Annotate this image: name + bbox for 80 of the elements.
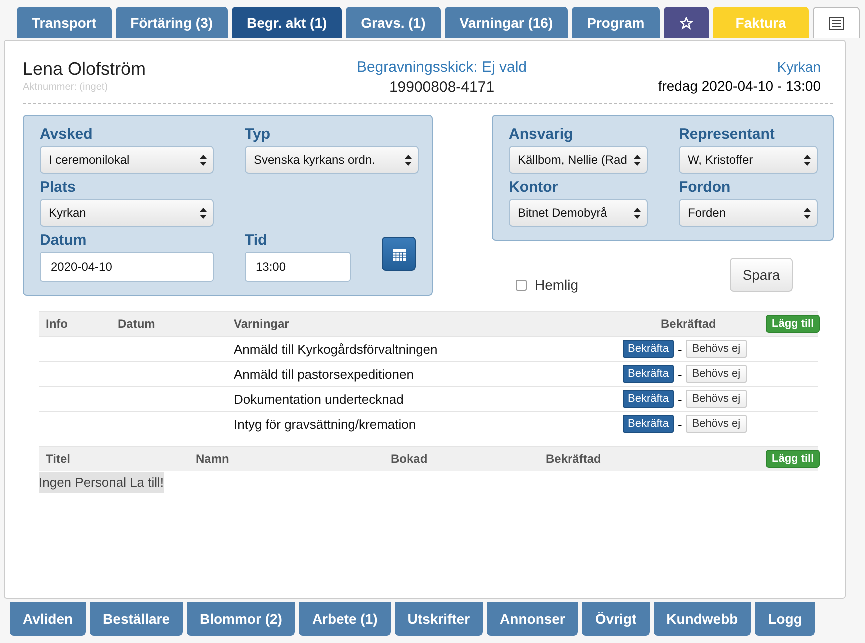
- bottom-tab[interactable]: Kundwebb: [654, 602, 752, 636]
- bottom-tab[interactable]: Beställare: [90, 602, 183, 636]
- select-field[interactable]: Svenska kyrkans ordn.: [245, 146, 419, 174]
- field-label: Ansvarig: [509, 125, 574, 145]
- warning-text: Anmäld till Kyrkogårdsförvaltningen: [233, 342, 439, 356]
- secret-checkbox[interactable]: Hemlig: [516, 277, 579, 293]
- calendar-button[interactable]: [382, 237, 416, 271]
- bottom-tab[interactable]: Logg: [755, 602, 816, 636]
- separator-text: -: [678, 392, 682, 406]
- confirm-button[interactable]: Bekräfta: [623, 415, 674, 433]
- calendar-icon: [392, 248, 406, 260]
- column-header: Info: [45, 317, 69, 331]
- select-field[interactable]: Kyrkan: [40, 199, 214, 227]
- add-button[interactable]: Lägg till: [766, 450, 820, 468]
- column-header: Bekräftad: [660, 317, 718, 331]
- select-field[interactable]: Bitnet Demobyrå: [509, 199, 648, 227]
- not-needed-button[interactable]: Behövs ej: [686, 365, 747, 383]
- confirm-button[interactable]: Bekräfta: [623, 365, 674, 383]
- select-arrows-icon: [804, 154, 811, 166]
- date-time: fredag 2020-04-10 - 13:00: [657, 78, 821, 94]
- confirm-button[interactable]: Bekräfta: [623, 390, 674, 408]
- column-header: Titel: [45, 452, 72, 466]
- tab[interactable]: Begr. akt (1): [232, 7, 342, 38]
- select-arrows-icon: [200, 154, 207, 166]
- id-number: 19900808-4171: [388, 79, 496, 96]
- warning-text: Anmäld till pastorsexpeditionen: [233, 366, 415, 382]
- not-needed-button[interactable]: Behövs ej: [686, 415, 747, 433]
- field-label: Tid: [245, 231, 268, 251]
- bottom-tab[interactable]: Utskrifter: [394, 602, 484, 636]
- list-icon: [829, 16, 844, 30]
- not-needed-button[interactable]: Behövs ej: [686, 340, 747, 358]
- not-needed-button[interactable]: Behövs ej: [686, 390, 747, 408]
- separator-text: -: [678, 416, 682, 432]
- field-label: Typ: [245, 125, 272, 145]
- column-header: Bekräftad: [545, 452, 602, 466]
- select-field[interactable]: I ceremonilokal: [40, 146, 214, 174]
- bottom-tab[interactable]: Övrigt: [582, 602, 650, 636]
- list-tab[interactable]: [813, 7, 860, 38]
- bottom-tab[interactable]: Avliden: [10, 602, 86, 636]
- bottom-tab[interactable]: Blommor (2): [186, 602, 296, 636]
- separator-text: -: [678, 342, 682, 356]
- tab[interactable]: Program: [572, 7, 660, 38]
- warning-text: Intyg för gravsättning/kremation: [233, 416, 418, 432]
- favorites-tab[interactable]: [664, 7, 709, 38]
- separator-text: -: [678, 366, 682, 382]
- select-arrows-icon: [634, 154, 641, 166]
- confirm-button[interactable]: Bekräfta: [623, 340, 674, 358]
- tab[interactable]: Förtäring (3): [116, 7, 228, 38]
- empty-message: Ingen Personal La till!: [39, 472, 164, 493]
- star-icon: [680, 16, 693, 30]
- select-field[interactable]: Källbom, Nellie (Rad: [509, 146, 648, 174]
- deceased-name: Lena Olofström: [23, 59, 148, 80]
- column-header: Varningar: [233, 317, 290, 331]
- select-arrows-icon: [200, 208, 207, 218]
- input-field[interactable]: 13:00: [245, 252, 351, 282]
- field-label: Plats: [40, 178, 77, 198]
- save-button[interactable]: Spara: [730, 258, 793, 292]
- bottom-tab[interactable]: Annonser: [487, 602, 578, 636]
- add-button[interactable]: Lägg till: [766, 315, 820, 333]
- field-label: Fordon: [679, 178, 732, 198]
- field-label: Avsked: [40, 125, 94, 145]
- tab[interactable]: Gravs. (1): [346, 7, 441, 38]
- select-arrows-icon: [634, 208, 641, 218]
- column-header: Datum: [117, 317, 156, 331]
- column-header: Namn: [195, 452, 230, 466]
- column-header: Bokad: [390, 452, 429, 466]
- field-label: Kontor: [509, 178, 560, 198]
- tab[interactable]: Transport: [17, 7, 112, 38]
- bottom-tab[interactable]: Arbete (1): [299, 602, 391, 636]
- field-label: Representant: [679, 125, 776, 145]
- field-label: Datum: [40, 231, 88, 251]
- input-field[interactable]: 2020-04-10: [40, 252, 214, 282]
- tab[interactable]: Varningar (16): [444, 7, 568, 38]
- select-arrows-icon: [405, 154, 412, 166]
- select-field[interactable]: W, Kristoffer: [679, 146, 818, 174]
- place-text: Kyrkan: [776, 59, 821, 75]
- select-arrows-icon: [804, 208, 811, 218]
- warning-text: Dokumentation undertecknad: [233, 392, 405, 406]
- select-field[interactable]: Forden: [679, 199, 818, 227]
- funeral-type: Begravningsskick: Ej vald: [356, 59, 528, 76]
